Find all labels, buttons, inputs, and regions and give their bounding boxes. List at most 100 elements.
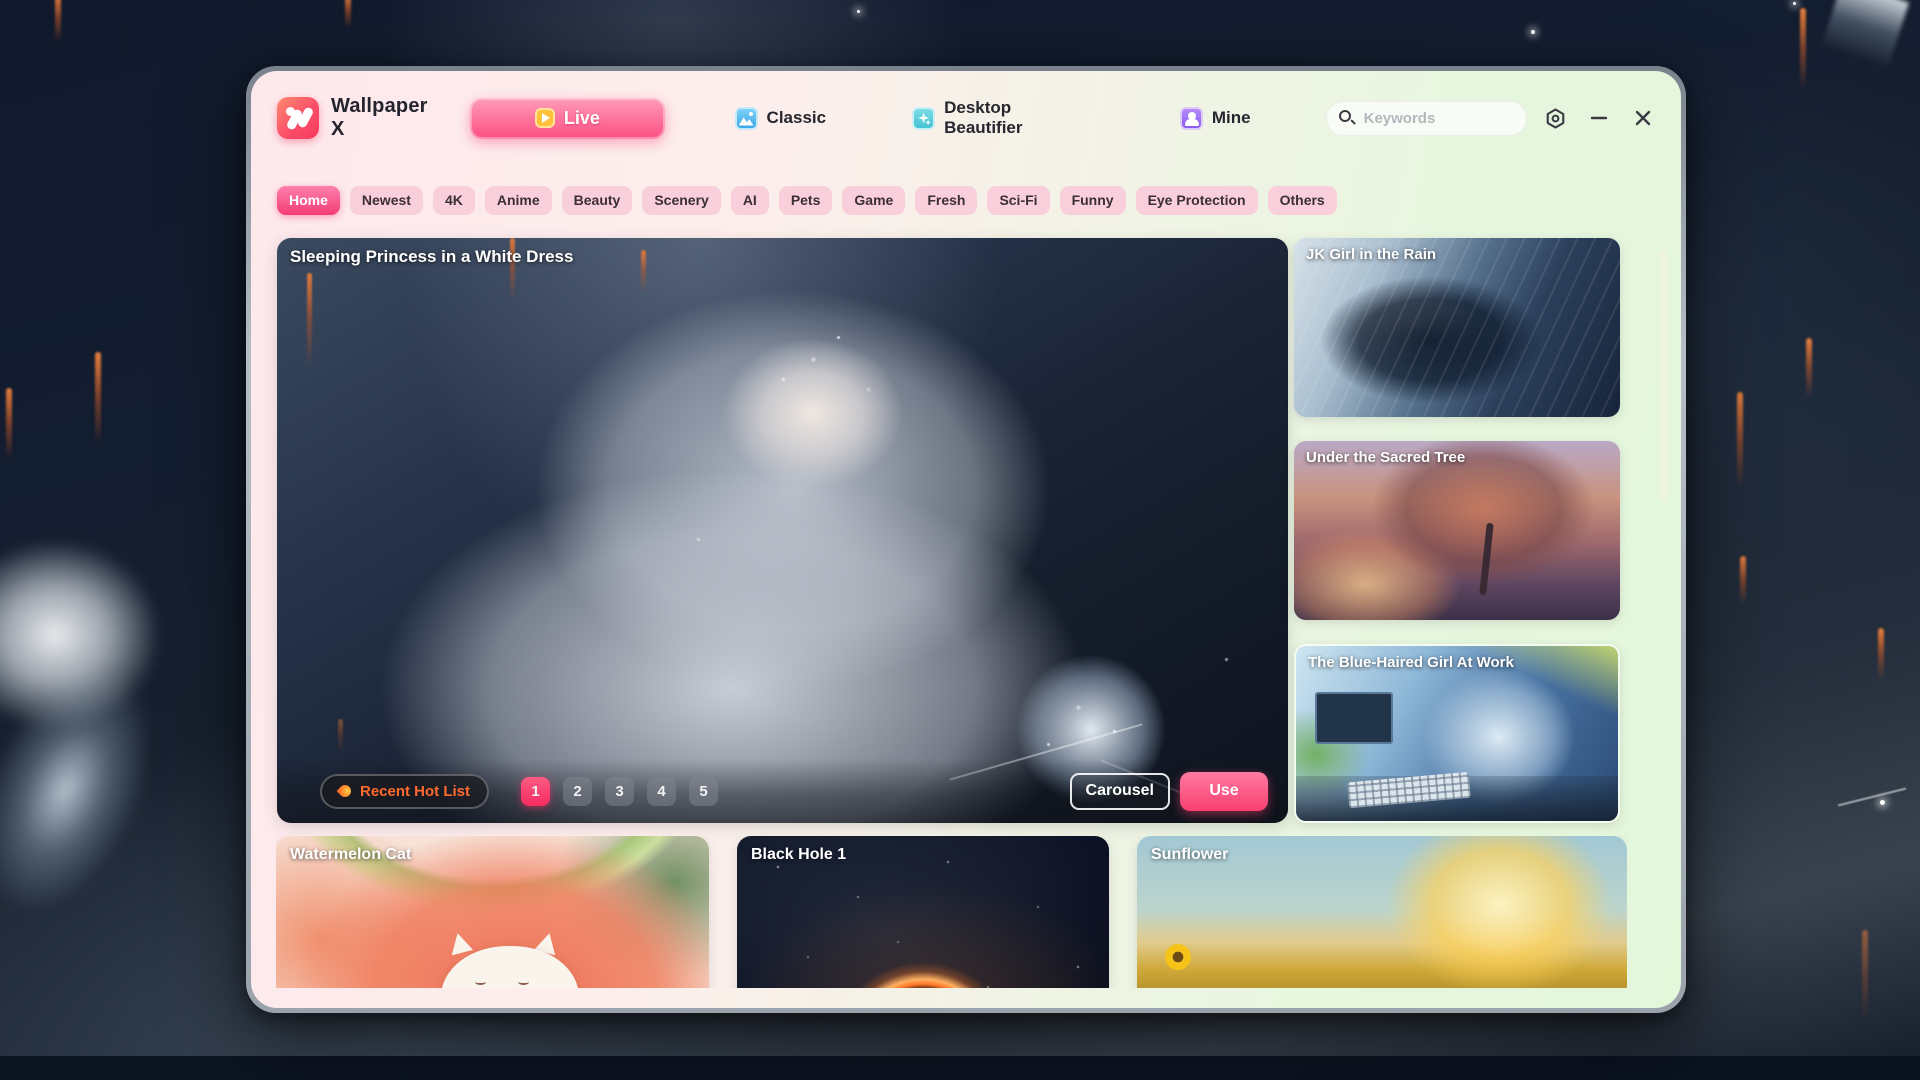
- wallpaper-sparkle: [857, 10, 860, 13]
- tab-desktop-beautifier[interactable]: Desktop Beautifier: [912, 98, 1084, 138]
- wallpaper-bottom-strip: [0, 1056, 1920, 1080]
- scrollbar-thumb[interactable]: [1660, 251, 1667, 501]
- search-input[interactable]: [1364, 110, 1504, 127]
- cat-eye: [518, 979, 529, 985]
- category-pets[interactable]: Pets: [779, 186, 833, 215]
- tab-classic[interactable]: Classic: [735, 107, 827, 130]
- sparkle-picture-icon: [912, 107, 935, 130]
- cat-eye: [475, 979, 486, 985]
- page-1[interactable]: 1: [521, 777, 550, 806]
- wallpaper-paint-streak: [55, 0, 61, 42]
- user-icon: [1180, 107, 1203, 130]
- user-body-glyph: [1185, 119, 1199, 126]
- card-title: Under the Sacred Tree: [1306, 449, 1465, 466]
- settings-gear-icon[interactable]: [1543, 106, 1567, 130]
- artwork-sparkles: [277, 238, 280, 241]
- page-3[interactable]: 3: [605, 777, 634, 806]
- category-anime[interactable]: Anime: [485, 186, 552, 215]
- wallpaper-paint-streak: [1862, 930, 1868, 1020]
- category-scenery[interactable]: Scenery: [642, 186, 720, 215]
- minimize-icon[interactable]: [1587, 106, 1611, 130]
- category-funny[interactable]: Funny: [1060, 186, 1126, 215]
- carousel-button[interactable]: Carousel: [1070, 773, 1170, 810]
- card-sunflower[interactable]: Sunflower: [1137, 836, 1627, 988]
- page-4[interactable]: 4: [647, 777, 676, 806]
- category-fresh[interactable]: Fresh: [915, 186, 977, 215]
- category-beauty[interactable]: Beauty: [562, 186, 633, 215]
- card-title: The Blue-Haired Girl At Work: [1308, 654, 1514, 671]
- monitor-shape: [1315, 692, 1392, 745]
- card-watermelon-cat[interactable]: Watermelon Cat: [276, 836, 709, 988]
- app-window-inner: Wallpaper X Live Classic Desk: [251, 71, 1681, 1008]
- sunflower-heads: [1165, 944, 1191, 970]
- wallpaper-paint-streak: [1737, 392, 1743, 488]
- window-controls: [1543, 106, 1655, 130]
- category-bar: Home Newest 4K Anime Beauty Scenery AI P…: [277, 186, 1337, 215]
- category-others[interactable]: Others: [1268, 186, 1337, 215]
- sidebar-card-jk-girl[interactable]: JK Girl in the Rain: [1294, 238, 1620, 417]
- sidebar-card-blue-haired-girl[interactable]: The Blue-Haired Girl At Work: [1294, 644, 1620, 823]
- category-4k[interactable]: 4K: [433, 186, 475, 215]
- mountain-glyph: [739, 117, 754, 126]
- play-triangle: [541, 113, 550, 123]
- featured-bottom-bar: Recent Hot List 1 2 3 4 5 Carousel Use: [277, 759, 1288, 823]
- sidebar-card-sacred-tree[interactable]: Under the Sacred Tree: [1294, 441, 1620, 620]
- featured-wallpaper-card[interactable]: Sleeping Princess in a White Dress Recen…: [277, 238, 1288, 823]
- category-scifi[interactable]: Sci-Fi: [987, 186, 1049, 215]
- category-eye-protection[interactable]: Eye Protection: [1136, 186, 1258, 215]
- card-title: Watermelon Cat: [290, 846, 411, 864]
- category-newest[interactable]: Newest: [350, 186, 423, 215]
- card-title: Black Hole 1: [751, 846, 846, 864]
- artwork-streak: [641, 250, 646, 292]
- category-home[interactable]: Home: [277, 186, 340, 215]
- wallpaper-sparkle: [1880, 800, 1885, 805]
- flame-icon: [337, 783, 354, 800]
- wallpaper-sparkle: [1531, 30, 1535, 34]
- wallpaper-paint-streak: [1800, 8, 1806, 90]
- card-artwork: [1296, 646, 1618, 821]
- recent-hot-list-button[interactable]: Recent Hot List: [320, 774, 489, 809]
- tab-live-label: Live: [564, 108, 600, 129]
- wallpaper-paint-streak: [95, 352, 101, 444]
- page-2[interactable]: 2: [563, 777, 592, 806]
- cat-ear: [447, 930, 473, 955]
- card-artwork: [1294, 441, 1620, 620]
- app-title: Wallpaper X: [331, 95, 440, 141]
- tab-desktop-beautifier-label: Desktop Beautifier: [944, 98, 1084, 138]
- card-artwork: [1294, 238, 1620, 417]
- artwork-streak: [307, 273, 312, 368]
- app-window: Wallpaper X Live Classic Desk: [246, 66, 1686, 1013]
- wallpaper-paint-streak: [6, 388, 12, 460]
- category-ai[interactable]: AI: [731, 186, 769, 215]
- card-black-hole[interactable]: Black Hole 1: [737, 836, 1109, 988]
- tab-mine-label: Mine: [1212, 108, 1251, 128]
- play-badge-icon: [535, 108, 555, 128]
- tab-live[interactable]: Live: [470, 98, 664, 139]
- featured-artwork: [277, 238, 1288, 823]
- use-button[interactable]: Use: [1180, 772, 1268, 811]
- wallpaper-paint-streak: [345, 0, 351, 28]
- artwork-streak: [338, 719, 343, 753]
- tree-trunk: [1479, 523, 1493, 595]
- featured-title: Sleeping Princess in a White Dress: [290, 247, 573, 267]
- sun-glyph: [749, 112, 753, 116]
- search-icon-ring: [1339, 110, 1351, 122]
- wallpaper-sparkle: [1793, 2, 1796, 5]
- app-logo-icon: [277, 97, 319, 139]
- search-icon-stem: [1350, 119, 1356, 125]
- card-title: Sunflower: [1151, 846, 1228, 864]
- wallpaper-paint-streak: [1740, 556, 1746, 604]
- star-dots: [737, 836, 739, 838]
- card-title: JK Girl in the Rain: [1306, 246, 1436, 263]
- page-5[interactable]: 5: [689, 777, 718, 806]
- picture-icon: [735, 107, 758, 130]
- wallpaper-paint-streak: [1878, 628, 1884, 680]
- pagination: 1 2 3 4 5: [521, 777, 718, 806]
- recent-hot-list-label: Recent Hot List: [360, 783, 470, 800]
- close-icon[interactable]: [1631, 106, 1655, 130]
- tab-mine[interactable]: Mine: [1180, 107, 1251, 130]
- tab-classic-label: Classic: [767, 108, 827, 128]
- sparkle-glyph: [925, 120, 931, 126]
- search-box[interactable]: [1326, 101, 1527, 136]
- category-game[interactable]: Game: [842, 186, 905, 215]
